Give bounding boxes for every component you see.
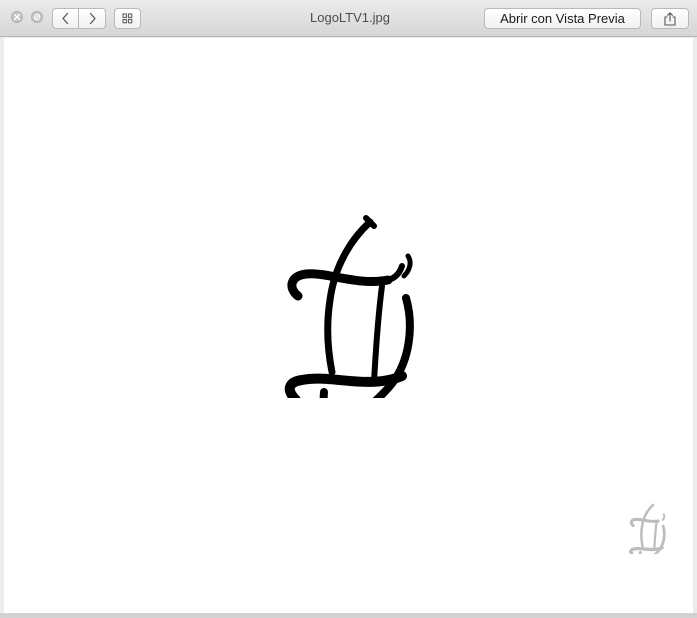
forward-button[interactable] xyxy=(79,8,106,29)
share-button[interactable] xyxy=(651,8,689,29)
window-title: LogoLTV1.jpg xyxy=(310,10,390,25)
share-icon xyxy=(664,11,676,26)
back-button[interactable] xyxy=(52,8,79,29)
close-button[interactable] xyxy=(11,11,23,23)
grid-icon xyxy=(122,13,133,24)
chevron-right-icon xyxy=(89,12,96,25)
chevron-left-icon xyxy=(62,12,69,25)
open-with-preview-button[interactable]: Abrir con Vista Previa xyxy=(484,8,641,29)
fullscreen-button[interactable] xyxy=(31,11,43,23)
quicklook-window: LogoLTV1.jpg Abrir con Vista Previa xyxy=(0,0,697,618)
monogram-watermark-image xyxy=(629,503,666,554)
navigation-buttons xyxy=(52,8,106,29)
window-bottom-edge xyxy=(0,613,697,618)
monogram-logo-image xyxy=(284,215,414,398)
title-bar: LogoLTV1.jpg Abrir con Vista Previa xyxy=(0,0,697,37)
close-icon xyxy=(13,13,21,21)
index-sheet-button[interactable] xyxy=(114,8,141,29)
fullscreen-icon xyxy=(33,13,41,21)
